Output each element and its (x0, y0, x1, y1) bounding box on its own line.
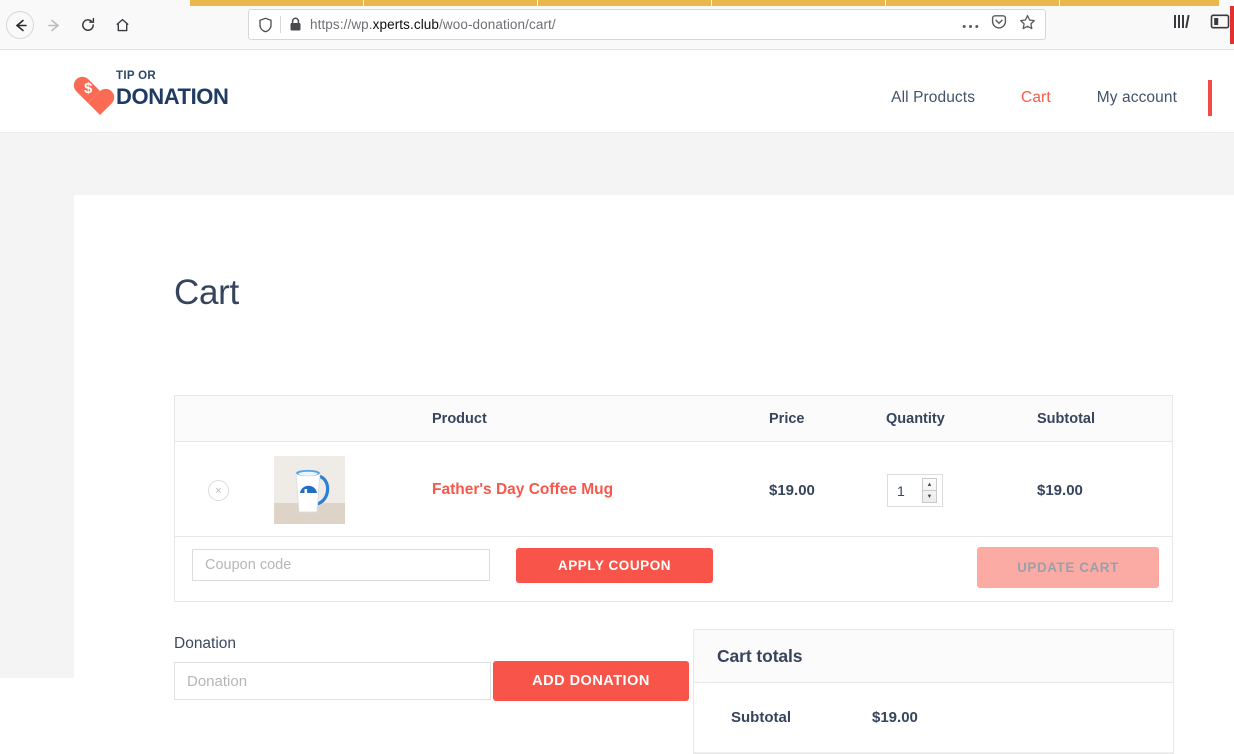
quantity-spinner-arrows[interactable]: ▲ ▼ (922, 478, 937, 503)
browser-tab[interactable] (1060, 0, 1220, 6)
heart-dollar-icon: $ (74, 75, 108, 106)
cart-totals-header: Cart totals (694, 630, 1173, 683)
browser-right-accent-bar (1230, 6, 1234, 44)
cart-totals-panel: Cart totals Subtotal $19.00 (693, 629, 1174, 754)
column-header-product: Product (432, 411, 487, 427)
subtotal-label: Subtotal (731, 709, 791, 726)
padlock-icon[interactable] (289, 17, 302, 32)
quantity-decrement-button[interactable]: ▼ (923, 491, 936, 502)
column-header-price: Price (769, 411, 805, 427)
browser-tab-strip (0, 0, 1234, 6)
quantity-stepper[interactable]: ▲ ▼ (887, 474, 943, 507)
browser-nav-buttons (6, 11, 136, 39)
url-domain: xperts.club (372, 17, 440, 32)
site-header: $ TIP OR DONATION All Products Cart My a… (0, 50, 1234, 133)
product-subtotal: $19.00 (1037, 482, 1083, 499)
page-title: Cart (174, 273, 239, 312)
column-header-quantity: Quantity (886, 411, 945, 427)
table-row: × Father's Day Coffee Mug $19.00 1 ▲ ▼ $… (175, 442, 1172, 537)
quantity-increment-button[interactable]: ▲ (923, 479, 936, 491)
cart-totals-subtotal-row: Subtotal $19.00 (694, 683, 1173, 753)
browser-tab[interactable] (538, 0, 712, 6)
nav-item-all-products[interactable]: All Products (868, 89, 998, 107)
coupon-row: APPLY COUPON UPDATE CART (175, 537, 1172, 601)
forward-arrow-icon (40, 11, 68, 39)
logo-name: DONATION (116, 84, 229, 109)
urlbar-divider (280, 16, 281, 33)
apply-coupon-button[interactable]: APPLY COUPON (516, 548, 713, 583)
pocket-save-icon[interactable] (991, 14, 1007, 35)
dollar-sign: $ (84, 79, 93, 97)
donation-input-row: ADD DONATION (174, 661, 694, 701)
site-logo[interactable]: $ TIP OR DONATION (74, 70, 229, 110)
address-bar[interactable]: https://wp.xperts.club/woo-donation/cart… (248, 9, 1046, 40)
main-navigation: All Products Cart My account (868, 80, 1212, 116)
nav-accent-bar (1208, 80, 1212, 116)
donation-section: Donation ADD DONATION (174, 635, 694, 701)
cart-table-header-row: Product Price Quantity Subtotal (175, 396, 1172, 442)
browser-tab[interactable] (712, 0, 886, 6)
browser-chrome: https://wp.xperts.club/woo-donation/cart… (0, 0, 1234, 50)
coupon-input[interactable] (192, 549, 490, 581)
logo-tagline: TIP OR (116, 70, 156, 82)
quantity-input[interactable] (888, 476, 922, 505)
browser-tab[interactable] (886, 0, 1060, 6)
product-thumbnail[interactable] (274, 456, 345, 524)
cart-totals-title: Cart totals (717, 645, 803, 666)
update-cart-button[interactable]: UPDATE CART (977, 547, 1159, 588)
browser-tab[interactable] (190, 0, 364, 6)
url-path: /woo-donation/cart/ (439, 17, 556, 32)
shield-icon[interactable] (258, 17, 273, 33)
remove-item-button[interactable]: × (208, 480, 229, 501)
add-donation-button[interactable]: ADD DONATION (493, 661, 689, 701)
url-text[interactable]: https://wp.xperts.club/woo-donation/cart… (310, 17, 962, 32)
logo-wordmark: TIP OR DONATION (116, 70, 229, 110)
home-icon[interactable] (108, 11, 136, 39)
nav-item-my-account[interactable]: My account (1074, 89, 1200, 107)
page-background: Cart Product Price Quantity Subtotal × F… (0, 133, 1234, 754)
donation-input[interactable] (174, 662, 491, 700)
urlbar-actions (962, 14, 1036, 36)
sidebar-toggle-icon[interactable] (1210, 13, 1230, 35)
product-price: $19.00 (769, 482, 815, 499)
product-name-link[interactable]: Father's Day Coffee Mug (432, 481, 613, 499)
cart-table: Product Price Quantity Subtotal × Father… (174, 395, 1173, 602)
url-prefix: https://wp. (310, 17, 373, 32)
back-arrow-icon[interactable] (6, 11, 34, 39)
donation-label: Donation (174, 635, 237, 652)
nav-item-cart[interactable]: Cart (998, 89, 1074, 107)
reload-icon[interactable] (74, 11, 102, 39)
tab-strip-left-gap (0, 0, 190, 6)
content-card: Cart Product Price Quantity Subtotal × F… (74, 195, 1234, 754)
star-bookmark-icon[interactable] (1019, 14, 1036, 36)
browser-tab[interactable] (364, 0, 538, 6)
browser-toolbar-right (1173, 12, 1230, 35)
column-header-subtotal: Subtotal (1037, 411, 1095, 427)
ellipsis-icon[interactable] (962, 16, 979, 34)
subtotal-value: $19.00 (872, 709, 918, 726)
library-icon[interactable] (1173, 12, 1193, 35)
